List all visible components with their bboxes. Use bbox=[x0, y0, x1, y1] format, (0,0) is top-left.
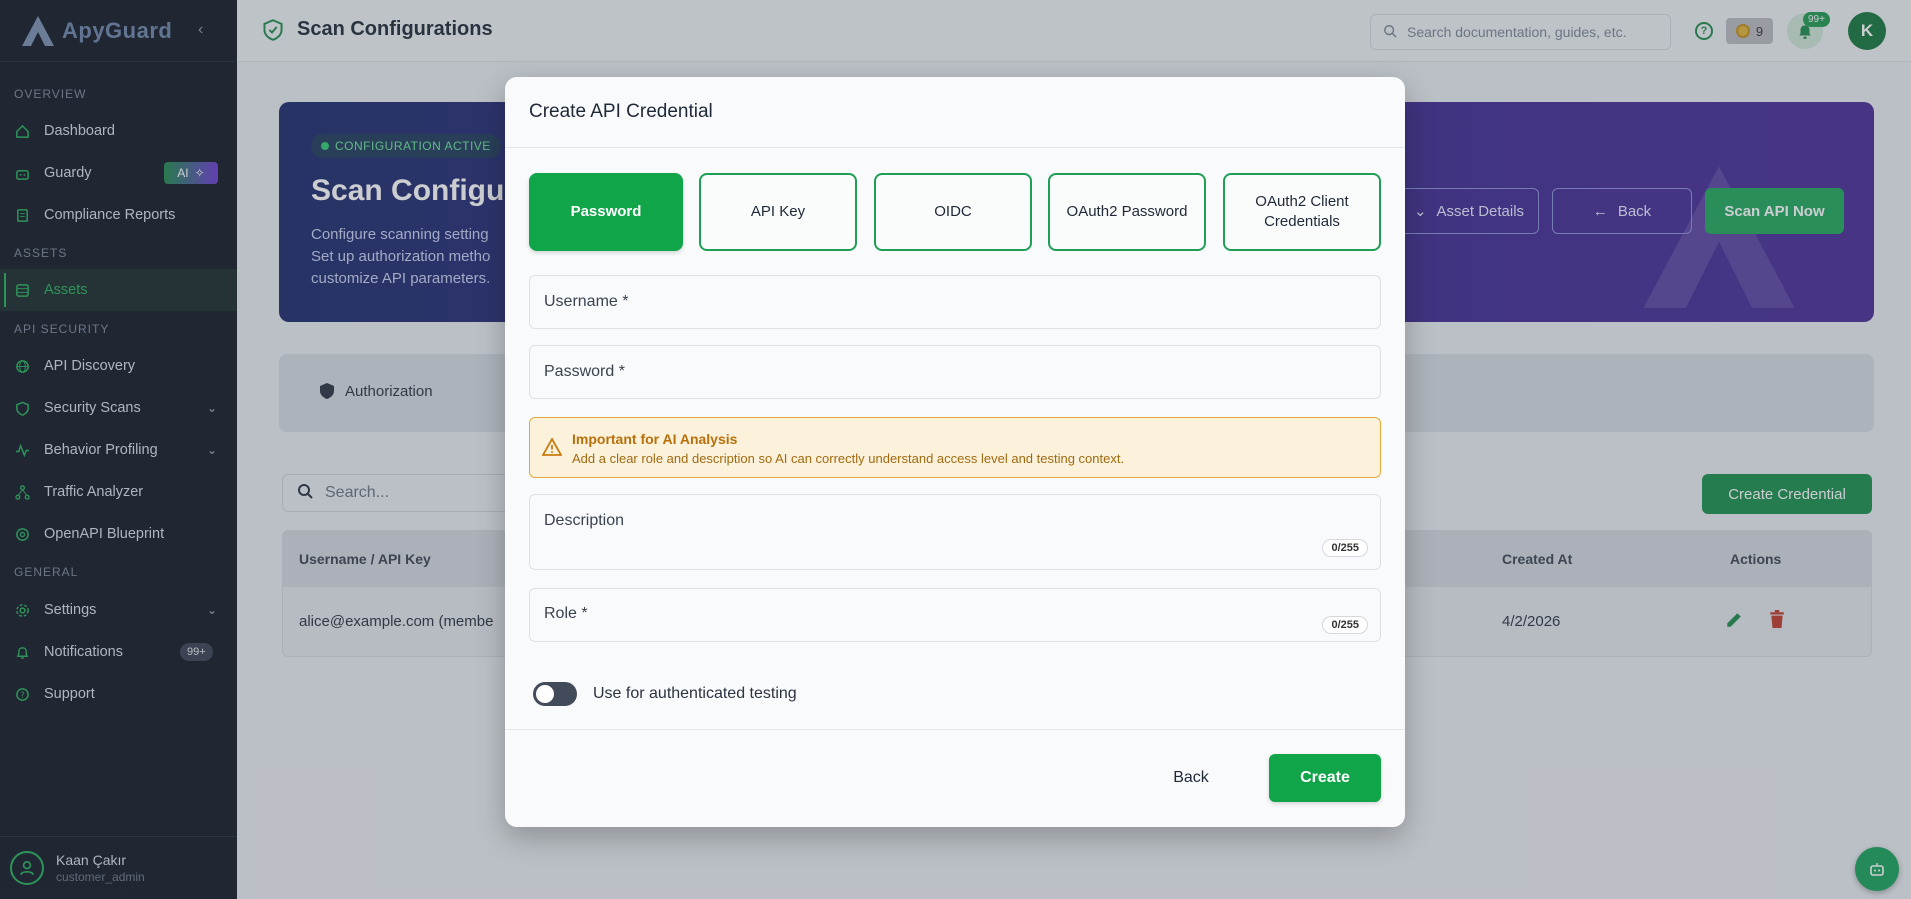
username-field[interactable]: Username * bbox=[529, 275, 1381, 329]
authenticated-testing-label: Use for authenticated testing bbox=[593, 685, 797, 702]
dialog-footer: Back Create bbox=[505, 729, 1405, 827]
authenticated-testing-toggle[interactable] bbox=[533, 682, 577, 706]
type-oauth2-password-button[interactable]: OAuth2 Password bbox=[1048, 173, 1206, 251]
dialog-back-button[interactable]: Back bbox=[1151, 754, 1231, 802]
role-label: Role * bbox=[544, 605, 588, 622]
description-char-counter: 0/255 bbox=[1322, 539, 1368, 557]
ai-analysis-warning: Important for AI Analysis Add a clear ro… bbox=[529, 417, 1381, 478]
warning-text: Add a clear role and description so AI c… bbox=[572, 451, 1125, 466]
dialog-create-button[interactable]: Create bbox=[1269, 754, 1381, 802]
type-api-key-button[interactable]: API Key bbox=[699, 173, 857, 251]
create-credential-dialog: Create API Credential Password API Key O… bbox=[505, 77, 1405, 827]
description-label: Description bbox=[544, 512, 625, 529]
warning-icon bbox=[542, 438, 562, 456]
warning-title: Important for AI Analysis bbox=[572, 431, 738, 447]
type-password-button[interactable]: Password bbox=[529, 173, 683, 251]
type-oauth2-client-credentials-button[interactable]: OAuth2 Client Credentials bbox=[1223, 173, 1381, 251]
toggle-knob bbox=[536, 685, 554, 703]
password-field[interactable]: Password * bbox=[529, 345, 1381, 399]
type-oidc-button[interactable]: OIDC bbox=[874, 173, 1032, 251]
role-field[interactable]: Role * 0/255 bbox=[529, 588, 1381, 642]
username-label: Username * bbox=[544, 293, 629, 310]
description-field[interactable]: Description 0/255 bbox=[529, 494, 1381, 570]
role-char-counter: 0/255 bbox=[1322, 616, 1368, 634]
password-label: Password * bbox=[544, 363, 625, 380]
dialog-title: Create API Credential bbox=[505, 77, 1405, 148]
